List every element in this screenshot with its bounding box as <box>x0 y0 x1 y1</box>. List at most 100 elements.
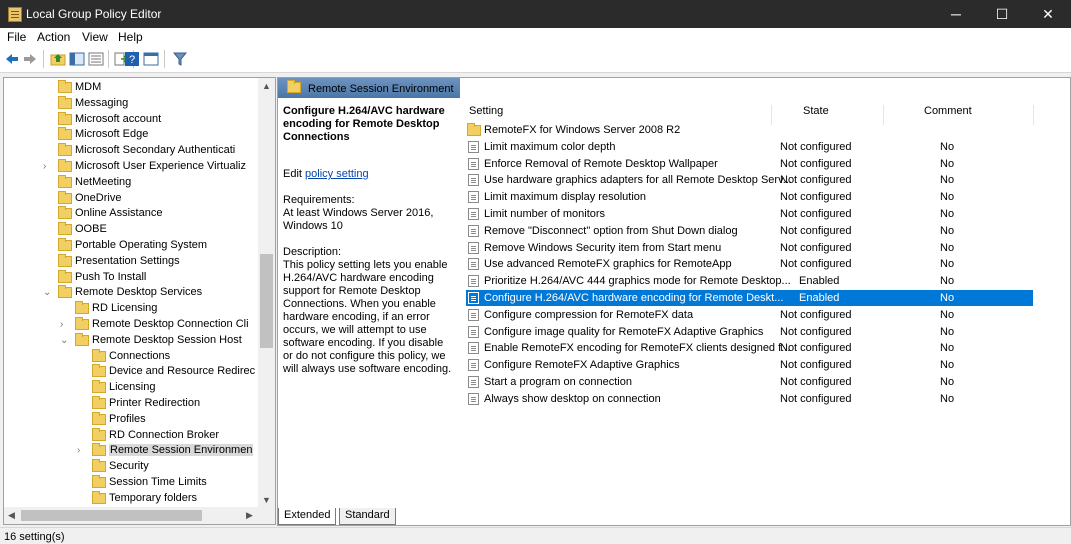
description-text: This policy setting lets you enable H.26… <box>283 259 452 375</box>
tree-item[interactable]: Temporary folders <box>4 490 256 507</box>
column-setting[interactable]: Setting <box>469 105 503 117</box>
tree-item[interactable]: RD Connection Broker <box>4 427 256 444</box>
maximize-button[interactable]: ☐ <box>979 0 1025 28</box>
tree-item[interactable]: RD Licensing <box>4 301 256 317</box>
tab-extended[interactable]: Extended <box>278 508 337 525</box>
expand-chevron-icon[interactable]: › <box>60 319 70 330</box>
policy-row[interactable]: Configure image quality for RemoteFX Ada… <box>466 324 1036 340</box>
folder-icon <box>58 95 72 109</box>
tree-item[interactable]: › Remote Session Environmen <box>4 443 256 459</box>
policy-state: Not configured <box>780 258 852 271</box>
tree-item[interactable]: OOBE <box>4 222 256 238</box>
column-state[interactable]: State <box>803 105 829 117</box>
filter-icon[interactable] <box>172 51 188 67</box>
menu-action[interactable]: Action <box>37 30 70 44</box>
tree-item[interactable]: Device and Resource Redirec <box>4 364 256 380</box>
policy-description: Configure H.264/AVC hardware encoding fo… <box>283 105 453 376</box>
expand-chevron-icon[interactable]: › <box>43 161 53 172</box>
tab-standard[interactable]: Standard <box>339 508 396 525</box>
collapse-chevron-icon[interactable]: ⌄ <box>43 287 53 298</box>
tree-item[interactable]: MDM <box>4 80 256 96</box>
toolbar: ? <box>0 46 1071 73</box>
tree-item[interactable]: Profiles <box>4 411 256 428</box>
tree-item[interactable]: Presentation Settings <box>4 253 256 270</box>
menu-file[interactable]: File <box>7 30 26 44</box>
policy-setting-icon <box>468 157 479 170</box>
back-icon[interactable] <box>4 51 20 67</box>
tree-item[interactable]: ⌄ Remote Desktop Session Host <box>4 332 256 349</box>
tree-item[interactable]: Security <box>4 459 256 475</box>
policy-row[interactable]: Use hardware graphics adapters for all R… <box>466 172 1036 188</box>
policy-row[interactable]: Remove "Disconnect" option from Shut Dow… <box>466 223 1036 239</box>
tree-item-label: OOBE <box>75 223 107 236</box>
show-hide-tree-icon[interactable] <box>69 51 85 67</box>
policy-row[interactable]: Limit maximum color depth Not configured N… <box>466 139 1036 155</box>
policy-row[interactable]: Always show desktop on connection Not con… <box>466 391 1036 407</box>
folder-icon <box>75 317 89 330</box>
tree-item[interactable]: Session Time Limits <box>4 475 256 491</box>
tree-item[interactable]: Portable Operating System <box>4 238 256 254</box>
edit-policy-link[interactable]: policy setting <box>305 168 369 180</box>
forward-icon[interactable] <box>22 51 38 67</box>
policy-state: Not configured <box>780 325 852 338</box>
scroll-right-icon[interactable]: ▶ <box>246 510 253 521</box>
tree-item[interactable]: Push To Install <box>4 269 256 286</box>
policy-row[interactable]: Use advanced RemoteFX graphics for Remot… <box>466 256 1036 272</box>
tree-item-label: Microsoft Secondary Authenticati <box>75 144 236 157</box>
policy-state: Not configured <box>780 157 852 170</box>
policy-row[interactable]: Configure RemoteFX Adaptive Graphics Not … <box>466 357 1036 373</box>
policy-setting-icon <box>468 241 479 254</box>
menu-view[interactable]: View <box>82 30 108 44</box>
tree-vertical-scrollbar[interactable]: ▲ ▼ <box>258 78 275 507</box>
tree-item[interactable]: › Microsoft User Experience Virtualiz <box>4 159 256 175</box>
column-comment[interactable]: Comment <box>924 105 972 117</box>
edit-label: Edit <box>283 168 306 180</box>
folder-icon <box>75 301 89 315</box>
tree-horizontal-scrollbar[interactable]: ◀ ▶ <box>4 507 275 524</box>
policy-row[interactable]: Enforce Removal of Remote Desktop Wallpa… <box>466 156 1036 172</box>
tree-item[interactable]: Licensing <box>4 380 256 396</box>
tree-item[interactable]: Microsoft Secondary Authenticati <box>4 143 256 159</box>
tree-item[interactable]: Microsoft Edge <box>4 127 256 143</box>
policy-row[interactable]: Start a program on connection Not configu… <box>466 374 1036 390</box>
menu-help[interactable]: Help <box>118 30 143 44</box>
policy-setting-icon <box>468 308 479 321</box>
tree-item[interactable]: Microsoft account <box>4 111 256 128</box>
policy-row[interactable]: Limit number of monitors Not configured No <box>466 206 1036 222</box>
list-view-icon[interactable] <box>88 51 104 67</box>
policy-setting-icon <box>468 376 479 388</box>
policy-row[interactable]: Configure compression for RemoteFX data N… <box>466 307 1036 323</box>
properties-icon[interactable] <box>143 51 159 67</box>
policy-comment: No <box>940 258 955 271</box>
scroll-down-icon[interactable]: ▼ <box>262 495 271 505</box>
policy-row[interactable]: Limit maximum display resolution Not conf… <box>466 189 1036 205</box>
policy-row[interactable]: Enable RemoteFX encoding for RemoteFX cl… <box>466 340 1036 356</box>
up-folder-icon[interactable] <box>50 51 66 67</box>
tree-item[interactable]: Connections <box>4 348 256 365</box>
scroll-thumb[interactable] <box>21 510 202 521</box>
collapse-chevron-icon[interactable]: ⌄ <box>60 335 70 346</box>
policy-row[interactable]: Remove Windows Security item from Start … <box>466 240 1036 256</box>
tree-item[interactable]: Online Assistance <box>4 206 256 222</box>
help-icon[interactable]: ? <box>124 51 140 67</box>
requirements-label: Requirements: <box>283 194 355 206</box>
tree-item[interactable]: OneDrive <box>4 190 256 207</box>
settings-folder-row[interactable]: RemoteFX for Windows Server 2008 R2 <box>466 122 1036 138</box>
tree-item[interactable]: Messaging <box>4 95 256 112</box>
scroll-thumb[interactable] <box>260 254 273 348</box>
tree-item[interactable]: Printer Redirection <box>4 396 256 412</box>
expand-chevron-icon[interactable]: › <box>77 445 87 456</box>
status-bar: 16 setting(s) <box>0 527 1071 544</box>
tree-item[interactable]: NetMeeting <box>4 174 256 191</box>
close-button[interactable]: ✕ <box>1025 0 1071 28</box>
menu-bar: File Action View Help <box>0 28 1071 46</box>
scroll-left-icon[interactable]: ◀ <box>8 510 15 521</box>
policy-row[interactable]: Prioritize H.264/AVC 444 graphics mode f… <box>466 273 1036 289</box>
tree-item[interactable]: ⌄ Remote Desktop Services <box>4 285 256 301</box>
tree-item[interactable]: › Remote Desktop Connection Cli <box>4 317 256 333</box>
scroll-up-icon[interactable]: ▲ <box>262 81 271 91</box>
minimize-button[interactable]: ─ <box>933 0 979 28</box>
navigation-tree[interactable]: ›RSS FeedsTemporary foldersSession Time … <box>3 77 276 525</box>
policy-row[interactable]: Configure H.264/AVC hardware encoding fo… <box>466 290 1033 306</box>
policy-name: Prioritize H.264/AVC 444 graphics mode f… <box>484 275 791 288</box>
